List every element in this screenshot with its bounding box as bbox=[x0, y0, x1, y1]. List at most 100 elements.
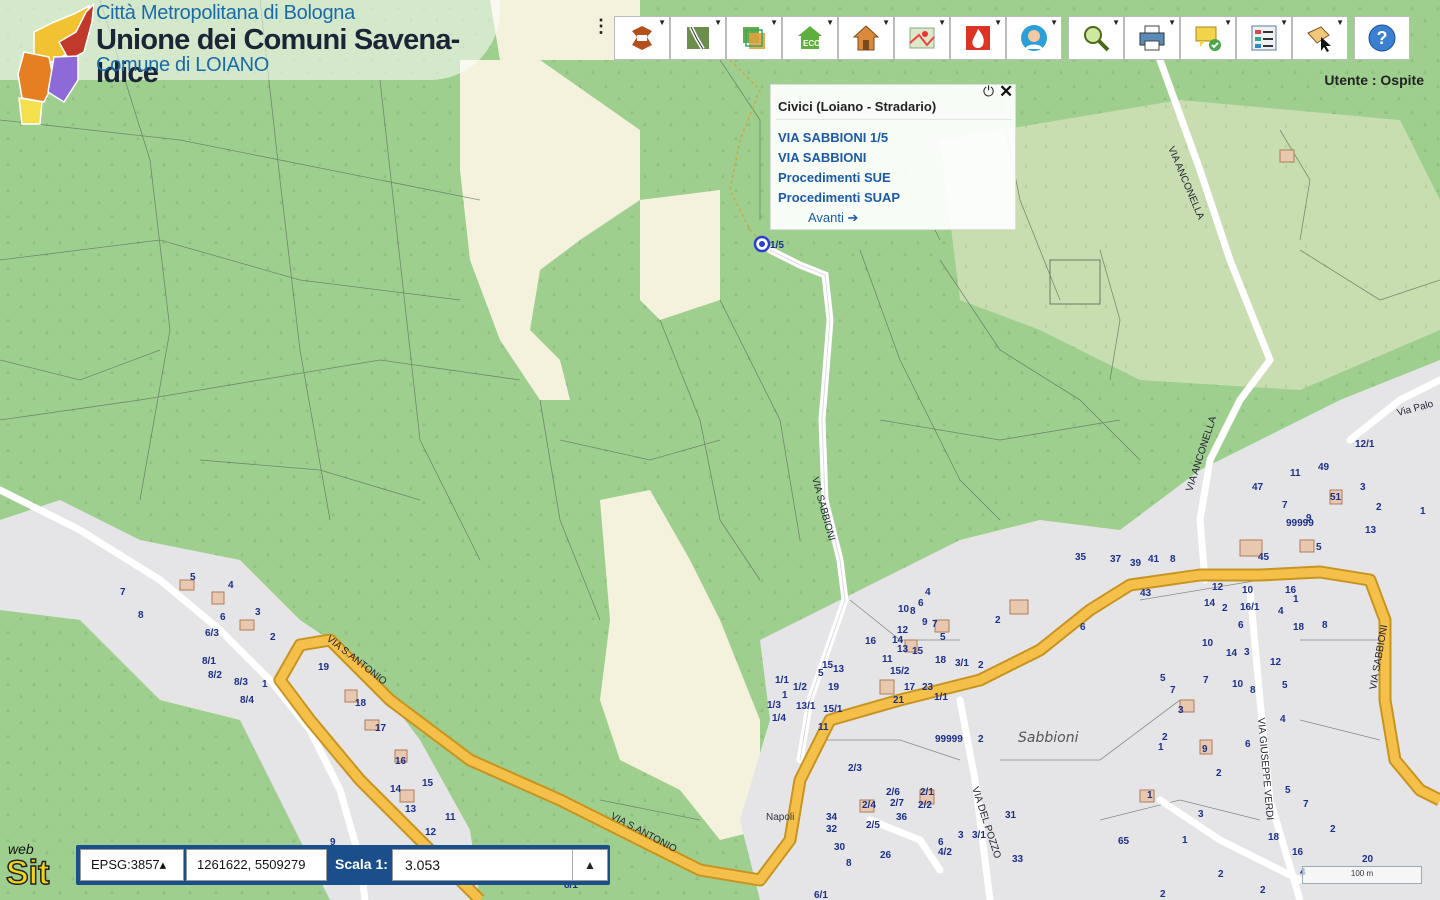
house-number: 37 bbox=[1110, 554, 1122, 565]
house-number: 7 bbox=[1170, 685, 1176, 696]
house-number: 1/4 bbox=[772, 713, 786, 724]
user-status: Utente : Ospite bbox=[1324, 72, 1424, 88]
fire-icon bbox=[966, 26, 990, 50]
house-number: 12 bbox=[897, 625, 909, 636]
house-number: 2/4 bbox=[862, 800, 876, 811]
house-number: 1 bbox=[782, 690, 788, 701]
fire-button[interactable]: ▼ bbox=[950, 16, 1006, 60]
house-number: 2 bbox=[270, 632, 276, 643]
house-number: 10 bbox=[1242, 585, 1254, 596]
house-icon bbox=[852, 25, 880, 51]
house-number: 8 bbox=[910, 606, 916, 617]
select-cursor-icon bbox=[1307, 26, 1331, 52]
house-number: 51 bbox=[1330, 492, 1342, 503]
road-map-icon bbox=[687, 26, 709, 51]
popup-next-link[interactable]: Avanti ➔ bbox=[808, 210, 858, 226]
house-number: 7 bbox=[120, 587, 126, 598]
house-number: 10 bbox=[1202, 638, 1214, 649]
map-pin-icon bbox=[909, 27, 935, 49]
house-number: 1 bbox=[1147, 790, 1153, 801]
popup-link-address[interactable]: VIA SABBIONI 1/5 bbox=[778, 130, 888, 145]
eco-icon: ECO bbox=[798, 26, 822, 49]
scale-dropdown-button[interactable]: ▲ bbox=[572, 850, 607, 880]
house-number: 12/1 bbox=[1355, 439, 1375, 450]
map-pin-button[interactable]: ▼ bbox=[894, 16, 950, 60]
house-number: 1 bbox=[1182, 835, 1188, 846]
road-map-button[interactable]: ▼ bbox=[670, 16, 726, 60]
house-number: 13/1 bbox=[796, 701, 816, 712]
house-number: 15 bbox=[822, 660, 834, 671]
house-number: 2 bbox=[1260, 885, 1266, 896]
cadastre-layers-icon bbox=[743, 27, 765, 49]
house-number: 26 bbox=[880, 850, 892, 861]
house-number: 33 bbox=[1012, 854, 1024, 865]
house-number: 1 bbox=[1420, 506, 1426, 517]
house-number: 1/1 bbox=[775, 675, 789, 686]
house-number: 6 bbox=[1238, 620, 1244, 631]
house-number: 1/3 bbox=[767, 700, 781, 711]
house-number: 8 bbox=[1170, 554, 1176, 565]
more-menu-icon[interactable]: ⋮ bbox=[592, 16, 610, 37]
popup-link-street[interactable]: VIA SABBIONI bbox=[778, 150, 866, 165]
house-number: 16 bbox=[865, 636, 877, 647]
list-settings-button[interactable]: ▼ bbox=[1236, 16, 1292, 60]
open-field bbox=[640, 190, 720, 320]
house-number: 32 bbox=[826, 824, 838, 835]
house-number: 3 bbox=[1198, 809, 1204, 820]
house-number: 2/5 bbox=[866, 820, 880, 831]
house-number: 3/1 bbox=[972, 830, 986, 841]
popup-link-suap[interactable]: Procedimenti SUAP bbox=[778, 190, 900, 205]
house-number: 4 bbox=[925, 587, 931, 598]
popup-link-sue[interactable]: Procedimenti SUE bbox=[778, 170, 891, 185]
epsg-select[interactable]: EPSG:3857▴ bbox=[80, 849, 184, 881]
house-number: 1/1 bbox=[934, 692, 948, 703]
message-check-icon bbox=[1195, 26, 1221, 51]
house-number: 30 bbox=[834, 842, 846, 853]
house-number: 8 bbox=[1322, 620, 1328, 631]
house-number: 15/2 bbox=[890, 666, 910, 677]
print-button[interactable]: ▼ bbox=[1124, 16, 1180, 60]
help-button[interactable]: ? bbox=[1354, 16, 1410, 60]
house-number: 11 bbox=[445, 812, 456, 823]
place-label: Sabbioni bbox=[1018, 730, 1079, 746]
house-number: 4 bbox=[1280, 714, 1286, 725]
house-button[interactable]: ▼ bbox=[838, 16, 894, 60]
house-number: 3/1 bbox=[955, 658, 969, 669]
house-number: 16 bbox=[395, 756, 407, 767]
scale-label: Scala 1: bbox=[335, 856, 388, 872]
eco-button[interactable]: ECO ▼ bbox=[782, 16, 838, 60]
map-canvas[interactable]: VIA SABBIONI VIA ANCONELLA VIA S.ANTONIO… bbox=[0, 0, 1440, 900]
house-number: 34 bbox=[826, 812, 838, 823]
select-cursor-button[interactable]: ▼ bbox=[1292, 16, 1348, 60]
svg-text:?: ? bbox=[1377, 28, 1388, 48]
layers-reload-button[interactable]: ▼ bbox=[614, 16, 670, 60]
house-number: 2 bbox=[1216, 768, 1222, 779]
house-number: 2 bbox=[1376, 502, 1382, 513]
house-number: 2 bbox=[1218, 869, 1224, 880]
house-number: 6/3 bbox=[205, 628, 219, 639]
user-avatar-button[interactable]: ▼ bbox=[1006, 16, 1062, 60]
house-number: 7 bbox=[1303, 799, 1309, 810]
search-button[interactable]: ▼ bbox=[1068, 16, 1124, 60]
house-number: 5 bbox=[1285, 785, 1291, 796]
house-number: 11 bbox=[882, 654, 893, 665]
house-number: 9 bbox=[1202, 744, 1208, 755]
house-number: 9 bbox=[922, 617, 928, 628]
house-number: 14 bbox=[1226, 648, 1238, 659]
house-number: 2 bbox=[995, 615, 1001, 626]
house-number: 18 bbox=[1293, 622, 1305, 633]
house-number: 49 bbox=[1318, 462, 1330, 473]
house-number: 3 bbox=[958, 830, 964, 841]
cadastre-layers-button[interactable]: ▼ bbox=[726, 16, 782, 60]
scale-input[interactable]: 3.053 ▲ bbox=[392, 849, 608, 881]
house-number: 8 bbox=[846, 858, 852, 869]
status-bar: EPSG:3857▴ 1261622, 5509279 Scala 1: 3.0… bbox=[76, 845, 610, 885]
house-number: 14 bbox=[390, 784, 402, 795]
house-number: 1/5 bbox=[770, 240, 784, 251]
house-number: 14 bbox=[1204, 598, 1216, 609]
power-icon[interactable]: ⏻ bbox=[983, 83, 994, 100]
house-number: 20 bbox=[1362, 854, 1374, 865]
message-check-button[interactable]: ▼ bbox=[1180, 16, 1236, 60]
house-number: 4 bbox=[228, 580, 234, 591]
close-icon[interactable]: ✕ bbox=[999, 82, 1013, 102]
